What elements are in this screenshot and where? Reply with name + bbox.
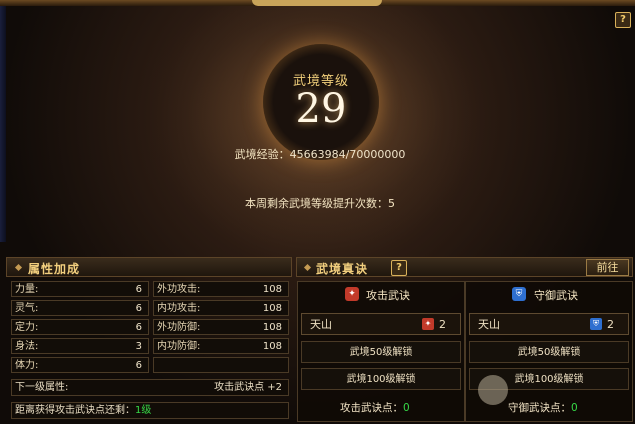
exp-value: 45663984/70000000 [289, 148, 406, 161]
defense-slot[interactable]: 天山 ⛨ 2 [469, 313, 629, 335]
attack-icon: ✦ [345, 287, 359, 301]
attr-ext-attack: 外功攻击: 108 [153, 281, 289, 297]
attack-title: 攻击武诀 [366, 289, 410, 302]
attr-value: 108 [262, 341, 282, 352]
next-level-label: 下一级属性: [15, 382, 69, 393]
level-value: 29 [295, 86, 347, 132]
attr-spirit: 灵气: 6 [11, 300, 149, 316]
attr-label: 内功防御: [157, 341, 201, 352]
attr-value: 3 [135, 341, 142, 352]
top-frame [0, 0, 635, 6]
left-edge [0, 6, 6, 242]
goto-button[interactable]: 前往 [586, 259, 629, 276]
attr-strength: 力量: 6 [11, 281, 149, 297]
attr-label: 灵气: [15, 303, 39, 314]
slot-count: 2 [607, 318, 614, 331]
attr-value: 108 [262, 303, 282, 314]
skills-help-button[interactable]: ? [391, 260, 407, 276]
attr-label: 力量: [15, 284, 39, 295]
attack-points-value: 0 [403, 402, 410, 414]
attr-value: 6 [135, 322, 142, 333]
slot-name: 天山 [310, 318, 332, 331]
defense-title: 守御武诀 [534, 289, 578, 302]
exp-line: 武境经验：45663984/70000000 [200, 146, 440, 162]
weekly-upgrades: 本周剩余武境等级提升次数：5 [245, 197, 395, 210]
attr-label: 外功防御: [157, 322, 201, 333]
slot-count: 2 [439, 318, 446, 331]
watermark-face-icon [478, 375, 508, 405]
attack-slot[interactable]: 天山 ✦ 2 [301, 313, 461, 335]
attr-empty [153, 357, 289, 373]
attack-unlock-50-button[interactable]: 武境50级解锁 [301, 341, 461, 363]
attr-label: 内功攻击: [157, 303, 201, 314]
attr-value: 6 [135, 284, 142, 295]
attr-value: 108 [262, 284, 282, 295]
slot-name: 天山 [478, 318, 500, 331]
next-level-value: 攻击武诀点 +2 [214, 382, 282, 393]
attr-stamina: 体力: 6 [11, 357, 149, 373]
attr-agility: 身法: 3 [11, 338, 149, 354]
defense-mini-icon: ⛨ [590, 318, 602, 330]
attributes-title: 属性加成 [28, 262, 81, 276]
attr-label: 身法: [15, 341, 39, 352]
distance-value: 1级 [135, 405, 152, 416]
attr-focus: 定力: 6 [11, 319, 149, 335]
attack-mini-icon: ✦ [422, 318, 434, 330]
defense-unlock-50-button[interactable]: 武境50级解锁 [469, 341, 629, 363]
distance-row: 距离获得攻击武诀点还剩：1级 [11, 402, 289, 419]
help-button[interactable]: ? [615, 12, 631, 28]
next-level-row: 下一级属性: 攻击武诀点 +2 [11, 379, 289, 396]
distance-row-text: 距离获得攻击武诀点还剩：1级 [15, 403, 151, 419]
attack-unlock-100-button[interactable]: 武境100级解锁 [301, 368, 461, 390]
distance-label: 距离获得攻击武诀点还剩： [15, 405, 135, 416]
attr-value: 6 [135, 360, 142, 371]
top-frame-ornament [252, 0, 382, 6]
watermark-logo [478, 371, 628, 419]
attr-value: 108 [262, 322, 282, 333]
attr-int-defense: 内功防御: 108 [153, 338, 289, 354]
skills-title: 武境真诀 [316, 262, 369, 276]
attack-points-label: 攻击武诀点： [340, 402, 403, 414]
attr-label: 定力: [15, 322, 39, 333]
defense-icon: ⛨ [512, 287, 526, 301]
attr-label: 外功攻击: [157, 284, 201, 295]
attr-label: 体力: [15, 360, 39, 371]
attr-ext-defense: 外功防御: 108 [153, 319, 289, 335]
attr-value: 6 [135, 303, 142, 314]
attr-int-attack: 内功攻击: 108 [153, 300, 289, 316]
exp-label: 武境经验： [234, 148, 290, 161]
attack-points: 攻击武诀点：0 [340, 400, 410, 415]
